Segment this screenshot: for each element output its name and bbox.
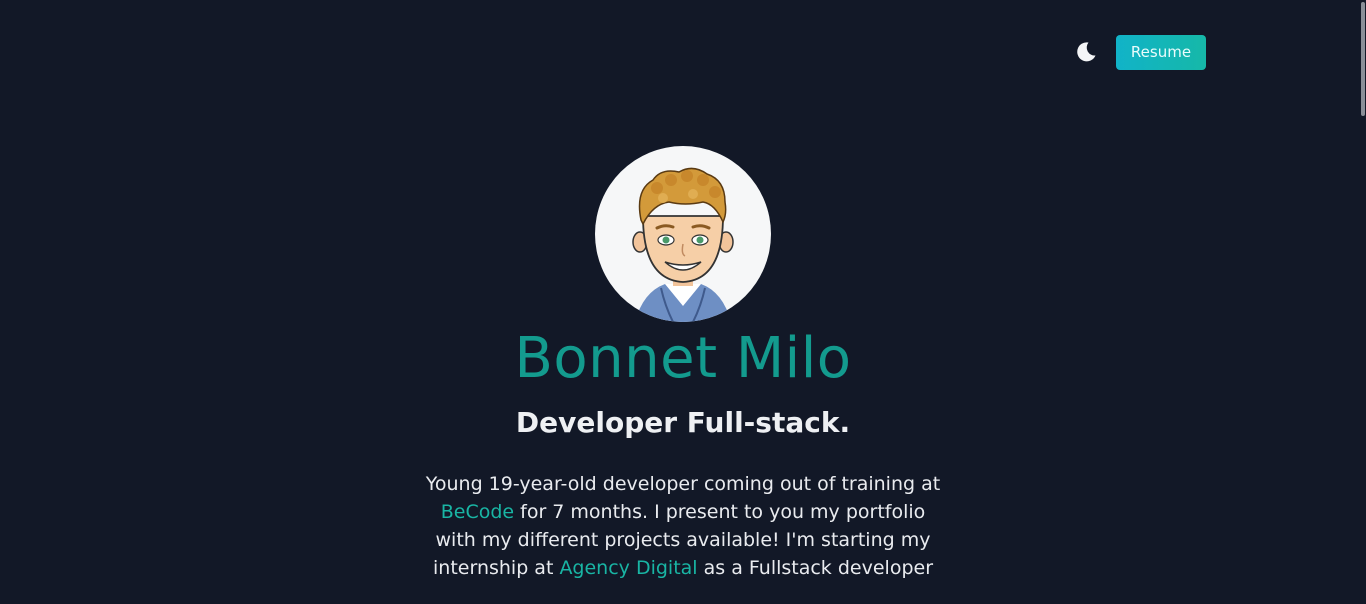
bio-text: as a Fullstack developer (697, 557, 933, 579)
becode-link[interactable]: BeCode (441, 501, 514, 523)
profile-name: Bonnet Milo (514, 326, 852, 391)
profile-title: Developer Full-stack. (515, 406, 851, 439)
moon-icon[interactable] (1074, 40, 1098, 64)
resume-button[interactable]: Resume (1116, 35, 1206, 70)
scrollbar-thumb[interactable] (1361, 2, 1365, 116)
portfolio-page: Resume Bonnet Milo Developer Full-stack.… (0, 0, 1366, 604)
agency-digital-link[interactable]: Agency Digital (559, 557, 697, 579)
scrollbar[interactable] (1358, 0, 1366, 604)
profile-bio: Young 19-year-old developer coming out o… (420, 470, 946, 582)
avatar (595, 146, 771, 322)
bio-text: Young 19-year-old developer coming out o… (425, 473, 941, 495)
